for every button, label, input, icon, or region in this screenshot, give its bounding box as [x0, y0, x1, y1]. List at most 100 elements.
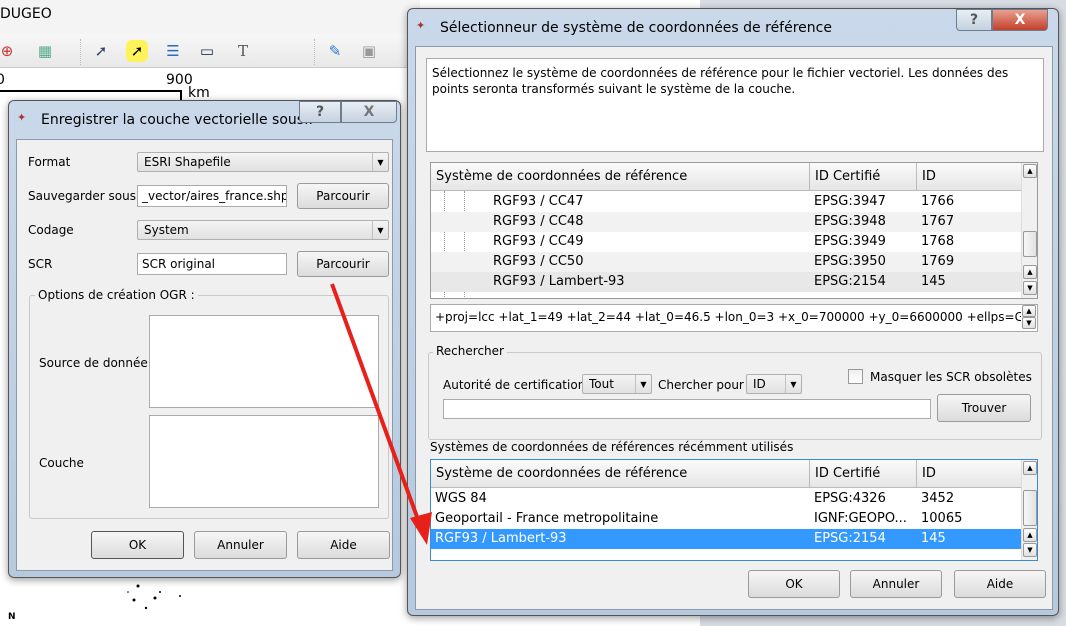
- close-button[interactable]: X: [992, 9, 1048, 31]
- search-for-select[interactable]: ID ▼: [746, 374, 802, 394]
- row-auth-id: IGNF:GEOPO...: [814, 511, 907, 526]
- hide-deprecated-label: Masquer les SCR obsolètes: [870, 370, 1032, 384]
- text-annotation-icon[interactable]: T: [232, 40, 254, 62]
- qgis-app-icon: ✦: [416, 19, 426, 32]
- recent-crs-table[interactable]: Système de coordonnées de référence ID C…: [430, 459, 1038, 561]
- search-for-label: Chercher pour: [658, 378, 744, 392]
- save-as-input[interactable]: _vector/aires_france.shp: [137, 185, 287, 207]
- row-id: 1768: [921, 234, 955, 249]
- row-name: RGF93 / Lambert-93: [493, 274, 625, 289]
- browse-button[interactable]: Parcourir: [297, 183, 389, 209]
- scroll-up-icon[interactable]: ▲: [1023, 461, 1037, 475]
- scroll-up-icon[interactable]: ▲: [1023, 164, 1037, 178]
- column-header-name[interactable]: Système de coordonnées de référence: [431, 163, 810, 191]
- layer-options-input[interactable]: [149, 415, 379, 508]
- identify-icon[interactable]: ➚: [90, 40, 112, 62]
- row-name: RGF93 / CC50: [493, 254, 584, 269]
- column-header-auth-id[interactable]: ID Certifié: [810, 460, 917, 488]
- authority-label: Autorité de certification: [443, 378, 586, 392]
- scroll-up-icon[interactable]: ▲: [1022, 305, 1036, 317]
- ok-button[interactable]: OK: [748, 570, 840, 598]
- table-row[interactable]: RGF93 / Lambert-93 EPSG:2154 145: [431, 272, 1023, 292]
- search-input[interactable]: [443, 399, 931, 419]
- proj-string-text: +proj=lcc +lat_1=49 +lat_2=44 +lat_0=46.…: [430, 304, 1038, 332]
- scroll-up-icon[interactable]: ▲: [1023, 528, 1037, 542]
- edit-pencil-icon[interactable]: ✎: [324, 40, 346, 62]
- layer-label: Couche: [39, 456, 84, 470]
- column-header-id[interactable]: ID: [917, 163, 1023, 191]
- app-title: DUGEO: [0, 6, 52, 22]
- column-header-auth-id[interactable]: ID Certifié: [810, 163, 917, 191]
- table-header: Système de coordonnées de référence ID C…: [431, 460, 1023, 488]
- row-auth-id: EPSG:2154: [814, 274, 886, 289]
- help-caption-button[interactable]: ?: [299, 101, 341, 123]
- table-row[interactable]: RGF93 / CC47 EPSG:3947 1766: [431, 192, 1023, 212]
- table-row-selected[interactable]: RGF93 / Lambert-93 EPSG:2154 145: [431, 529, 1023, 549]
- table-row[interactable]: WGS 84 EPSG:4326 3452: [431, 489, 1023, 509]
- scroll-down-icon[interactable]: ▼: [1023, 543, 1037, 557]
- row-auth-id: EPSG:3950: [814, 254, 886, 269]
- table-row[interactable]: RGF93 / CC50 EPSG:3950 1769: [431, 252, 1023, 272]
- row-auth-id: EPSG:2154: [814, 531, 886, 546]
- table-header: Système de coordonnées de référence ID C…: [431, 163, 1023, 191]
- north-arrow-label: N: [8, 612, 16, 622]
- format-label: Format: [28, 155, 71, 169]
- column-header-id[interactable]: ID: [917, 460, 1023, 488]
- qgis-titlebar: DUGEO: [0, 0, 420, 34]
- save-icon[interactable]: ▣: [358, 40, 380, 62]
- dialog-body: Sélectionnez le système de coordonnées d…: [415, 46, 1053, 610]
- ok-button[interactable]: OK: [91, 531, 184, 559]
- row-id: 145: [921, 274, 946, 289]
- select-features-icon[interactable]: ➚: [126, 40, 148, 62]
- search-group-title: Rechercher: [433, 344, 507, 358]
- table-row[interactable]: Geoportail - France metropolitaine IGNF:…: [431, 509, 1023, 529]
- scroll-up-icon[interactable]: ▲: [1023, 265, 1037, 279]
- scale-unit: km: [188, 85, 210, 101]
- crs-table-scrollbar[interactable]: ▲ ▲ ▼: [1021, 163, 1037, 298]
- attribute-table-icon[interactable]: ☰: [162, 40, 184, 62]
- scr-label: SCR: [28, 257, 53, 271]
- ogr-options-title: Options de création OGR :: [35, 288, 198, 302]
- find-button[interactable]: Trouver: [937, 394, 1031, 422]
- search-for-value: ID: [753, 377, 766, 391]
- row-id: 145: [921, 531, 946, 546]
- row-id: 10065: [921, 511, 963, 526]
- recent-table-scrollbar[interactable]: ▲ ▲ ▼: [1021, 460, 1037, 560]
- row-auth-id: EPSG:3949: [814, 234, 886, 249]
- hide-deprecated-checkbox[interactable]: [848, 369, 863, 384]
- proj-scrollbar[interactable]: ▲ ▼: [1021, 305, 1037, 331]
- help-button[interactable]: Aide: [297, 531, 390, 559]
- datasource-options-input[interactable]: [149, 315, 379, 408]
- measure-icon[interactable]: ▭: [196, 40, 218, 62]
- description-text: Sélectionnez le système de coordonnées d…: [426, 58, 1044, 152]
- encoding-label: Codage: [28, 223, 74, 237]
- table-row[interactable]: RGF93 / CC48 EPSG:3948 1767: [431, 212, 1023, 232]
- map-features: [127, 584, 181, 610]
- row-name: RGF93 / CC48: [493, 214, 584, 229]
- close-button[interactable]: X: [341, 101, 397, 123]
- format-select[interactable]: ESRI Shapefile ▼: [137, 152, 389, 172]
- qgis-toolbar: ⊕ ▦ ➚ ➚ ☰ ▭ T ✎ ▣: [0, 34, 420, 68]
- cancel-button[interactable]: Annuler: [850, 570, 942, 598]
- authority-value: Tout: [589, 377, 614, 391]
- scr-input[interactable]: SCR original: [137, 253, 287, 275]
- help-button[interactable]: Aide: [954, 570, 1046, 598]
- help-caption-button[interactable]: ?: [956, 9, 992, 31]
- scroll-down-icon[interactable]: ▼: [1023, 281, 1037, 295]
- map-composer-icon[interactable]: ▦: [34, 40, 56, 62]
- scroll-thumb[interactable]: [1023, 490, 1037, 526]
- save-layer-dialog: ✦ Enregistrer la couche vectorielle sous…: [8, 100, 401, 578]
- add-layer-icon[interactable]: ⊕: [0, 40, 18, 62]
- browse-scr-button[interactable]: Parcourir: [297, 251, 389, 277]
- table-row[interactable]: RGF93 / CC49 EPSG:3949 1768: [431, 232, 1023, 252]
- row-id: 1766: [921, 194, 955, 209]
- row-name: RGF93 / CC47: [493, 194, 584, 209]
- scroll-thumb[interactable]: [1023, 231, 1037, 257]
- encoding-select[interactable]: System ▼: [137, 220, 389, 240]
- crs-tree-table[interactable]: Système de coordonnées de référence ID C…: [430, 162, 1038, 299]
- column-header-name[interactable]: Système de coordonnées de référence: [431, 460, 810, 488]
- authority-select[interactable]: Tout ▼: [582, 374, 652, 394]
- scroll-down-icon[interactable]: ▼: [1022, 317, 1036, 329]
- cancel-button[interactable]: Annuler: [194, 531, 287, 559]
- dialog-body: Format ESRI Shapefile ▼ Sauvegarder sous…: [16, 139, 393, 571]
